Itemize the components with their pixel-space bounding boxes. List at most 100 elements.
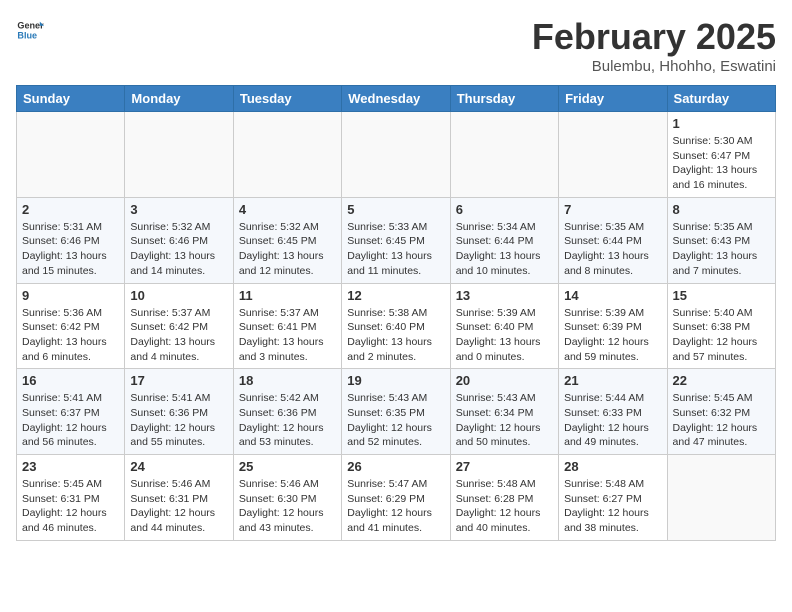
svg-text:Blue: Blue [17,30,37,40]
day-number: 9 [22,288,119,303]
week-row-0: 1 Sunrise: 5:30 AM Sunset: 6:47 PM Daylig… [17,112,776,198]
day-info: Sunrise: 5:42 AM Sunset: 6:36 PM Dayligh… [239,391,336,450]
day-number: 7 [564,202,661,217]
day-number: 13 [456,288,553,303]
calendar-title: February 2025 [532,16,776,58]
day-number: 14 [564,288,661,303]
day-number: 1 [673,116,770,131]
day-number: 12 [347,288,444,303]
day-info: Sunrise: 5:39 AM Sunset: 6:40 PM Dayligh… [456,306,553,365]
calendar-cell: 14 Sunrise: 5:39 AM Sunset: 6:39 PM Dayli… [559,283,667,369]
day-info: Sunrise: 5:41 AM Sunset: 6:36 PM Dayligh… [130,391,227,450]
day-number: 17 [130,373,227,388]
day-number: 21 [564,373,661,388]
calendar-cell: 4Sunrise: 5:32 AM Sunset: 6:45 PM Daylig… [233,197,341,283]
day-number: 8 [673,202,770,217]
calendar-cell: 21 Sunrise: 5:44 AM Sunset: 6:33 PM Dayli… [559,369,667,455]
calendar-cell: 12 Sunrise: 5:38 AM Sunset: 6:40 PM Dayli… [342,283,450,369]
calendar-cell: 8 Sunrise: 5:35 AM Sunset: 6:43 PM Daylig… [667,197,775,283]
day-number: 16 [22,373,119,388]
logo: General Blue [16,16,44,44]
day-info: Sunrise: 5:44 AM Sunset: 6:33 PM Dayligh… [564,391,661,450]
calendar-cell: 18Sunrise: 5:42 AM Sunset: 6:36 PM Dayli… [233,369,341,455]
day-info: Sunrise: 5:32 AM Sunset: 6:46 PM Dayligh… [130,220,227,279]
calendar-cell [450,112,558,198]
day-number: 15 [673,288,770,303]
calendar-cell: 3 Sunrise: 5:32 AM Sunset: 6:46 PM Daylig… [125,197,233,283]
day-info: Sunrise: 5:38 AM Sunset: 6:40 PM Dayligh… [347,306,444,365]
day-info: Sunrise: 5:47 AM Sunset: 6:29 PM Dayligh… [347,477,444,536]
day-info: Sunrise: 5:35 AM Sunset: 6:43 PM Dayligh… [673,220,770,279]
day-info: Sunrise: 5:35 AM Sunset: 6:44 PM Dayligh… [564,220,661,279]
calendar-table: SundayMondayTuesdayWednesdayThursdayFrid… [16,85,776,541]
day-number: 10 [130,288,227,303]
calendar-cell: 28 Sunrise: 5:48 AM Sunset: 6:27 PM Dayli… [559,455,667,541]
weekday-header-monday: Monday [125,86,233,112]
day-number: 28 [564,459,661,474]
day-info: Sunrise: 5:30 AM Sunset: 6:47 PM Dayligh… [673,134,770,193]
weekday-header-sunday: Sunday [17,86,125,112]
weekday-header-saturday: Saturday [667,86,775,112]
calendar-cell: 13 Sunrise: 5:39 AM Sunset: 6:40 PM Dayli… [450,283,558,369]
weekday-header-thursday: Thursday [450,86,558,112]
calendar-cell: 7 Sunrise: 5:35 AM Sunset: 6:44 PM Daylig… [559,197,667,283]
day-info: Sunrise: 5:37 AM Sunset: 6:41 PM Dayligh… [239,306,336,365]
day-info: Sunrise: 5:46 AM Sunset: 6:31 PM Dayligh… [130,477,227,536]
day-number: 2 [22,202,119,217]
logo-icon: General Blue [16,16,44,44]
weekday-header-row: SundayMondayTuesdayWednesdayThursdayFrid… [17,86,776,112]
day-info: Sunrise: 5:34 AM Sunset: 6:44 PM Dayligh… [456,220,553,279]
day-info: Sunrise: 5:46 AM Sunset: 6:30 PM Dayligh… [239,477,336,536]
week-row-2: 9 Sunrise: 5:36 AM Sunset: 6:42 PM Daylig… [17,283,776,369]
calendar-cell: 5 Sunrise: 5:33 AM Sunset: 6:45 PM Daylig… [342,197,450,283]
weekday-header-friday: Friday [559,86,667,112]
day-info: Sunrise: 5:31 AM Sunset: 6:46 PM Dayligh… [22,220,119,279]
day-info: Sunrise: 5:45 AM Sunset: 6:31 PM Dayligh… [22,477,119,536]
calendar-cell [125,112,233,198]
day-number: 6 [456,202,553,217]
day-info: Sunrise: 5:48 AM Sunset: 6:27 PM Dayligh… [564,477,661,536]
day-number: 25 [239,459,336,474]
day-number: 3 [130,202,227,217]
day-number: 24 [130,459,227,474]
calendar-cell: 16Sunrise: 5:41 AM Sunset: 6:37 PM Dayli… [17,369,125,455]
calendar-cell: 25 Sunrise: 5:46 AM Sunset: 6:30 PM Dayli… [233,455,341,541]
calendar-cell: 20 Sunrise: 5:43 AM Sunset: 6:34 PM Dayli… [450,369,558,455]
day-number: 4 [239,202,336,217]
day-number: 27 [456,459,553,474]
calendar-cell [667,455,775,541]
week-row-4: 23 Sunrise: 5:45 AM Sunset: 6:31 PM Dayli… [17,455,776,541]
calendar-cell: 19Sunrise: 5:43 AM Sunset: 6:35 PM Dayli… [342,369,450,455]
calendar-cell: 1 Sunrise: 5:30 AM Sunset: 6:47 PM Daylig… [667,112,775,198]
day-info: Sunrise: 5:43 AM Sunset: 6:34 PM Dayligh… [456,391,553,450]
calendar-cell: 11 Sunrise: 5:37 AM Sunset: 6:41 PM Dayli… [233,283,341,369]
day-info: Sunrise: 5:37 AM Sunset: 6:42 PM Dayligh… [130,306,227,365]
calendar-cell [342,112,450,198]
day-info: Sunrise: 5:39 AM Sunset: 6:39 PM Dayligh… [564,306,661,365]
day-info: Sunrise: 5:33 AM Sunset: 6:45 PM Dayligh… [347,220,444,279]
day-info: Sunrise: 5:45 AM Sunset: 6:32 PM Dayligh… [673,391,770,450]
calendar-subtitle: Bulembu, Hhohho, Eswatini [532,58,776,75]
calendar-cell: 26 Sunrise: 5:47 AM Sunset: 6:29 PM Dayli… [342,455,450,541]
day-number: 5 [347,202,444,217]
day-number: 26 [347,459,444,474]
day-number: 22 [673,373,770,388]
calendar-cell: 15 Sunrise: 5:40 AM Sunset: 6:38 PM Dayli… [667,283,775,369]
calendar-cell: 17 Sunrise: 5:41 AM Sunset: 6:36 PM Dayli… [125,369,233,455]
day-number: 20 [456,373,553,388]
weekday-header-wednesday: Wednesday [342,86,450,112]
title-area: February 2025 Bulembu, Hhohho, Eswatini [532,16,776,75]
week-row-3: 16Sunrise: 5:41 AM Sunset: 6:37 PM Dayli… [17,369,776,455]
day-number: 23 [22,459,119,474]
calendar-cell: 9 Sunrise: 5:36 AM Sunset: 6:42 PM Daylig… [17,283,125,369]
calendar-cell: 23 Sunrise: 5:45 AM Sunset: 6:31 PM Dayli… [17,455,125,541]
weekday-header-tuesday: Tuesday [233,86,341,112]
day-info: Sunrise: 5:40 AM Sunset: 6:38 PM Dayligh… [673,306,770,365]
calendar-cell [559,112,667,198]
day-info: Sunrise: 5:36 AM Sunset: 6:42 PM Dayligh… [22,306,119,365]
week-row-1: 2 Sunrise: 5:31 AM Sunset: 6:46 PM Daylig… [17,197,776,283]
day-number: 11 [239,288,336,303]
calendar-cell: 22 Sunrise: 5:45 AM Sunset: 6:32 PM Dayli… [667,369,775,455]
calendar-cell: 27Sunrise: 5:48 AM Sunset: 6:28 PM Dayli… [450,455,558,541]
calendar-cell: 2 Sunrise: 5:31 AM Sunset: 6:46 PM Daylig… [17,197,125,283]
